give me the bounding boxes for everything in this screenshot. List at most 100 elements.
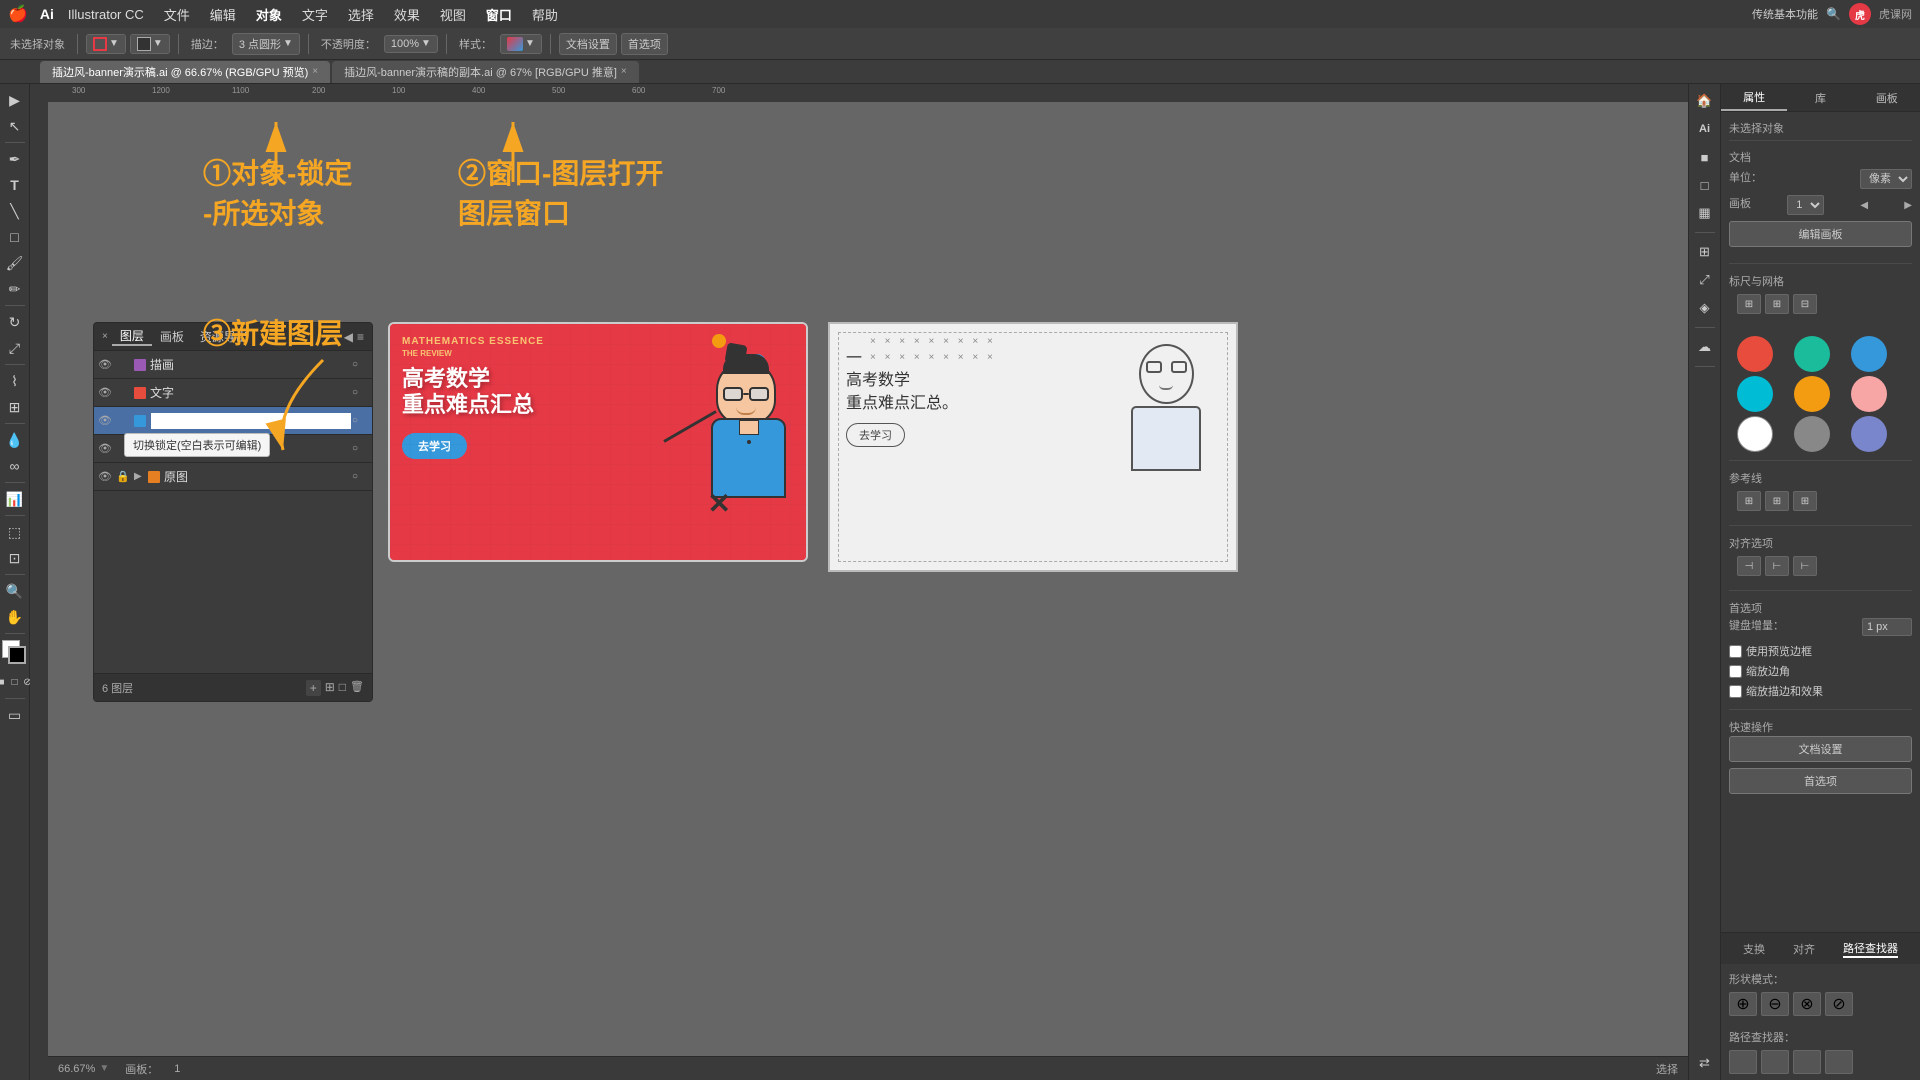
align-center[interactable]: ⊢ (1765, 556, 1789, 576)
minus-front-btn[interactable]: ⊖ (1761, 992, 1789, 1016)
move-to-layer-btn[interactable]: ⊞ (325, 680, 335, 696)
layer-eye-1[interactable]: 👁 (98, 386, 116, 399)
swatch-red[interactable] (1737, 336, 1773, 372)
menu-effects[interactable]: 效果 (384, 3, 430, 26)
guide-icon-3[interactable]: ⊞ (1793, 491, 1817, 511)
grid-icon[interactable]: ⊞ (1765, 294, 1789, 314)
hand-tool[interactable]: ✋ (3, 605, 27, 629)
preferences-btn[interactable]: 首选项 (621, 33, 668, 55)
guide-icon-2[interactable]: ⊞ (1765, 491, 1789, 511)
layer-lock-1[interactable] (116, 387, 134, 399)
rp-tab-properties[interactable]: 属性 (1721, 84, 1787, 111)
menu-view[interactable]: 视图 (430, 3, 476, 26)
search-icon[interactable]: 🔍 (1826, 7, 1841, 21)
swatch-cyan[interactable] (1737, 376, 1773, 412)
layer-lock-2[interactable] (116, 415, 134, 427)
layer-lock-4[interactable]: 🔒 (116, 470, 134, 483)
panel-tab-layers[interactable]: 图层 (112, 327, 152, 346)
eyedropper-tool[interactable]: 💧 (3, 428, 27, 452)
menu-illustrator-cc[interactable]: Illustrator CC (58, 5, 154, 24)
cc-libraries-icon[interactable]: ☁ (1692, 334, 1718, 360)
new-layer-btn[interactable]: □ (339, 680, 346, 696)
pathfinder-icon[interactable]: ◈ (1692, 295, 1718, 321)
free-transform-tool[interactable]: ⊞ (3, 395, 27, 419)
quick-doc-settings-btn[interactable]: 文档设置 (1729, 736, 1912, 762)
rect-tool[interactable]: □ (3, 225, 27, 249)
canvas-area[interactable]: 300 1200 1100 200 100 400 500 600 700 ①对… (30, 84, 1688, 1080)
swatch-orange[interactable] (1794, 376, 1830, 412)
delete-layer-btn[interactable]: 🗑 (350, 680, 364, 696)
transform-icon[interactable]: ⤢ (1692, 267, 1718, 293)
rotate-tool[interactable]: ↻ (3, 310, 27, 334)
menu-help[interactable]: 帮助 (522, 3, 568, 26)
nudge-input[interactable] (1862, 618, 1912, 636)
menu-select[interactable]: 选择 (338, 3, 384, 26)
swatch-pink[interactable] (1851, 376, 1887, 412)
pathfinder-tab[interactable]: 路径查找器 (1843, 940, 1898, 958)
layer-lock-0[interactable] (116, 359, 134, 371)
pathfinder-btn-1[interactable] (1729, 1050, 1757, 1074)
pen-tool[interactable]: ✒ (3, 147, 27, 171)
guides-icon[interactable]: ⊟ (1793, 294, 1817, 314)
menu-file[interactable]: 文件 (154, 3, 200, 26)
scale-tool[interactable]: ⤢ (3, 336, 27, 360)
menu-object[interactable]: 对象 (246, 3, 292, 26)
layer-expand-4[interactable]: ▶ (134, 471, 148, 482)
round-corners-checkbox[interactable]: 缩放边角 (1729, 663, 1912, 679)
style-btn[interactable]: ▼ (500, 34, 542, 54)
warp-tool[interactable]: ⌇ (3, 369, 27, 393)
stroke-type-btn[interactable]: 3 点圆形 ▼ (232, 33, 300, 55)
canvas-content[interactable]: ①对象-锁定 -所选对象 ②窗口-图层打开 图层窗口 (48, 102, 1688, 1080)
canvas-select[interactable]: 1 (1787, 195, 1824, 215)
menu-edit[interactable]: 编辑 (200, 3, 246, 26)
unit-select[interactable]: 像素 (1860, 169, 1912, 189)
rp-tab-library[interactable]: 库 (1787, 84, 1853, 111)
swatch-teal[interactable] (1794, 336, 1830, 372)
transform-tab[interactable]: 支换 (1743, 941, 1765, 957)
pathfinder-btn-3[interactable] (1793, 1050, 1821, 1074)
doc-settings-btn[interactable]: 文档设置 (559, 33, 617, 55)
artboard-tool[interactable]: ⬚ (3, 520, 27, 544)
pencil-tool[interactable]: ✏ (3, 277, 27, 301)
align-left[interactable]: ⊣ (1737, 556, 1761, 576)
blend-tool[interactable]: ∞ (3, 454, 27, 478)
change-screen-btn[interactable]: ▭ (3, 703, 27, 727)
stroke-icon[interactable]: □ (1692, 172, 1718, 198)
exclude-btn[interactable]: ⊘ (1825, 992, 1853, 1016)
panel-expand-btn[interactable]: ◀ (344, 330, 353, 344)
edit-template-btn[interactable]: 编辑画板 (1729, 221, 1912, 247)
intersect-btn[interactable]: ⊗ (1793, 992, 1821, 1016)
opacity-input[interactable]: 100% ▼ (384, 35, 438, 53)
line-tool[interactable]: ╲ (3, 199, 27, 223)
fill-icon[interactable]: ■ (1692, 144, 1718, 170)
rp-tab-artboards[interactable]: 画板 (1854, 84, 1920, 111)
apple-menu[interactable]: 🍎 (8, 4, 28, 24)
layer-vis-4[interactable]: ○ (352, 471, 368, 482)
swatch-white[interactable] (1737, 416, 1773, 452)
paintbrush-tool[interactable]: 🖌 (3, 251, 27, 275)
fill-stroke-widget[interactable] (2, 640, 28, 666)
layer-eye-0[interactable]: 👁 (98, 358, 116, 371)
gradient-icon[interactable]: ▦ (1692, 200, 1718, 226)
gradient-btn[interactable]: □ (9, 670, 21, 694)
panel-menu-btn[interactable]: ≡ (357, 330, 364, 344)
fill-color-btn[interactable]: ▼ (130, 34, 170, 54)
align-icon[interactable]: ⊞ (1692, 239, 1718, 265)
panel-tab-artboards[interactable]: 画板 (152, 328, 192, 345)
layer-eye-4[interactable]: 👁 (98, 470, 116, 483)
canvas-next[interactable]: ▶ (1904, 200, 1912, 211)
quick-preferences-btn[interactable]: 首选项 (1729, 768, 1912, 794)
canvas-prev[interactable]: ◀ (1860, 200, 1868, 211)
stroke-color-btn[interactable]: ▼ (86, 34, 126, 54)
type-tool[interactable]: T (3, 173, 27, 197)
tab-1-close[interactable]: × (312, 66, 318, 77)
arrows-icon[interactable]: ⇄ (1692, 1050, 1718, 1076)
layer-eye-3[interactable]: 👁 (98, 442, 116, 455)
direct-select-tool[interactable]: ↖ (3, 114, 27, 138)
tab-2-close[interactable]: × (621, 66, 627, 77)
properties-icon[interactable]: 🏠 (1692, 88, 1718, 114)
layer-eye-2[interactable]: 👁 (98, 414, 116, 427)
ai-icon[interactable]: Ai (1692, 116, 1718, 142)
slice-tool[interactable]: ⊡ (3, 546, 27, 570)
swatch-blue[interactable] (1851, 336, 1887, 372)
